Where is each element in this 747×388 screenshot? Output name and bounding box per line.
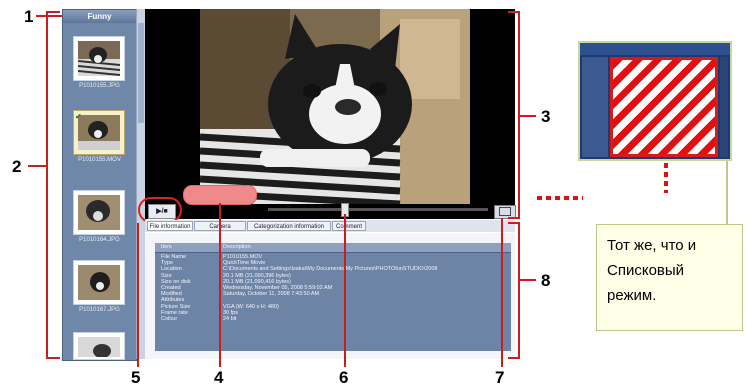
callout-bracket-8-bottom [508,357,520,359]
callout-bracket-8-top [508,222,520,224]
thumbnail-name: P1010155.MOV [78,157,121,163]
callout-number-6: 6 [339,368,349,387]
callout-number-1: 1 [24,7,34,26]
thumbnail-name: P1010164.JPG [79,237,120,243]
row-value: 24 bit [223,316,237,322]
thumbnail-image [78,337,120,357]
thumbnail-item-selected[interactable]: ✔ [73,110,125,155]
thumbnail-item[interactable] [73,332,125,360]
dotted-connector [537,196,583,200]
callout-bracket-3-top [508,11,520,13]
inset-right-panel [720,57,728,157]
info-tab-bar: File information Camera information Cate… [145,220,515,240]
callout-bracket-2-bottom [46,357,60,359]
inset-toolbar [580,43,730,55]
thumbnail-item[interactable] [73,190,125,235]
callout-line-8 [520,279,536,281]
album-title: Funny [63,10,136,23]
thumbnail-name: P1010155.JPG [79,83,120,89]
note-connector [726,161,728,225]
thumbnail-name: P1010167.JPG [79,307,120,313]
screen-icon [499,207,511,216]
thumbnail-item[interactable] [73,36,125,81]
callout-line-7 [501,218,503,367]
callout-line-6 [344,214,346,367]
callout-number-4: 4 [214,368,224,387]
check-icon: ✔ [75,112,82,121]
video-frame-image [200,9,470,204]
layout-inset-thumbnail [578,41,732,161]
tab-comment[interactable]: Comment [332,221,366,231]
callout-number-2: 2 [12,157,22,176]
thumbnail-image [78,41,120,76]
inset-highlighted-area [610,57,718,157]
callout-bracket-3-bottom [508,217,520,219]
dotted-connector-vertical [664,163,668,193]
file-info-panel: Item Description File Name P1010155.MOV T… [145,233,515,359]
callout-line-2 [28,165,46,167]
thumbnail-image [78,265,120,300]
album-sidebar: Funny P1010155.JPG ✔ P1010155.MOV P10101… [62,9,137,361]
thumbnail-item[interactable] [73,260,125,305]
callout-number-7: 7 [495,368,505,387]
callout-line-5 [137,223,139,367]
row-key: Colour [161,316,178,322]
column-header-description: Description [223,244,251,250]
callout-line-1 [36,15,62,17]
column-header-item: Item [161,244,172,250]
note-box: Тот же, что и Списковый режим. [596,224,743,331]
callout-number-8: 8 [541,271,551,290]
table-header: Item Description [155,243,511,253]
row-value: Saturday, October 11, 2008 7:43:50 AM [223,291,320,298]
thumbnail-image [78,195,120,230]
seek-bar[interactable] [268,208,488,211]
scrollbar-thumb[interactable] [138,23,144,123]
inset-sidebar [582,57,608,157]
callout-line-3 [520,115,536,117]
thumbnail-image [78,115,120,150]
tab-file-information[interactable]: File information [147,221,193,231]
callout-bracket-8 [518,222,520,359]
tab-categorization-information[interactable]: Categorization information [247,221,331,231]
file-info-table: Item Description File Name P1010155.MOV T… [155,243,511,351]
callout-bracket-2 [46,11,48,359]
callout-number-3: 3 [541,107,551,126]
callout-number-5: 5 [131,368,141,387]
callout-bracket-2-top [46,11,60,13]
playback-overlay-pill [183,185,257,205]
callout-line-4 [219,203,221,367]
